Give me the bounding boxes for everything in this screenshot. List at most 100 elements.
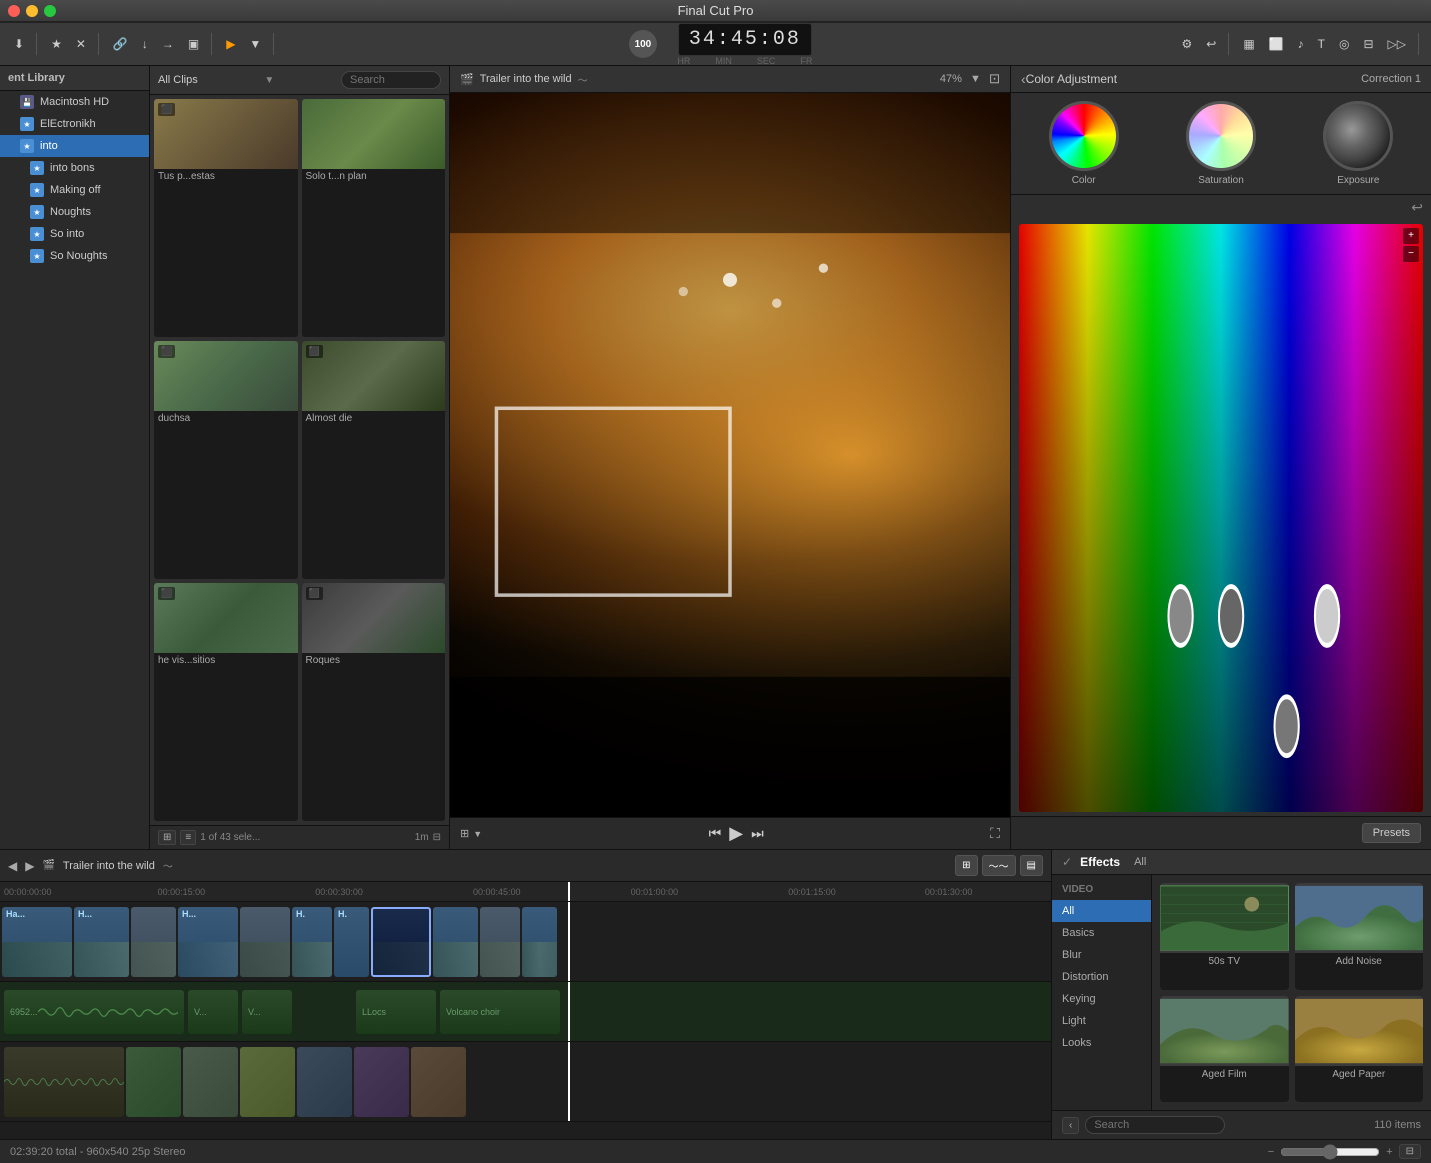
effects-cat-light[interactable]: Light (1052, 1010, 1151, 1032)
library-item-noughts[interactable]: ★ Noughts (0, 201, 149, 223)
zoom-plus[interactable]: + (1386, 1146, 1392, 1158)
effects-cat-looks[interactable]: Looks (1052, 1032, 1151, 1054)
exposure-tool[interactable]: Exposure (1290, 101, 1427, 186)
clip-height-btn[interactable]: ▤ (1020, 855, 1043, 876)
audio-clip-volcano[interactable]: Volcano choir (440, 990, 560, 1034)
library-item-so-into[interactable]: ★ So into (0, 223, 149, 245)
go-to-start-btn[interactable]: ⏮ (709, 825, 722, 842)
effects-cat-basics[interactable]: Basics (1052, 922, 1151, 944)
audio-wave-btn[interactable]: 〜〜 (982, 855, 1016, 876)
remove-handle-btn[interactable]: − (1403, 246, 1419, 262)
gen-view[interactable]: ◎ (1333, 33, 1355, 55)
favorite-button[interactable]: ★ (45, 33, 68, 55)
color-wheel-tool[interactable]: Color (1015, 101, 1152, 186)
effect-aged-film[interactable]: Aged Film (1160, 996, 1289, 1103)
select-tool[interactable]: ▶ (220, 33, 241, 55)
close-button[interactable] (8, 5, 20, 17)
effects-back-btn[interactable]: ‹ (1062, 1117, 1079, 1134)
clip-he-vis[interactable]: ⬛ he vis...sitios (154, 583, 298, 821)
video-clip-7[interactable]: H. (334, 907, 369, 977)
fullscreen-large-btn[interactable]: ⛶ (990, 825, 1000, 842)
maximize-button[interactable] (44, 5, 56, 17)
library-item-into[interactable]: ★ into (0, 135, 149, 157)
effect-50s-tv[interactable]: 50s TV (1160, 883, 1289, 990)
saturation-tool[interactable]: Saturation (1152, 101, 1289, 186)
audio-view[interactable]: ♪ (1292, 33, 1310, 55)
reject-button[interactable]: ✕ (70, 33, 92, 55)
thumb-clip-4[interactable] (297, 1047, 352, 1117)
zoom-minus[interactable]: − (1268, 1146, 1274, 1158)
thumb-clip-1[interactable] (126, 1047, 181, 1117)
effects-cat-keying[interactable]: Keying (1052, 988, 1151, 1010)
presets-button[interactable]: Presets (1362, 823, 1421, 843)
effects-cat-distortion[interactable]: Distortion (1052, 966, 1151, 988)
timeline-view[interactable]: ▦ (1237, 33, 1260, 55)
go-to-end-btn[interactable]: ⏭ (751, 825, 764, 842)
grid-view-btn[interactable]: ⊞ (158, 830, 176, 845)
effect-add-noise[interactable]: Add Noise (1295, 883, 1424, 990)
title-view[interactable]: T (1312, 33, 1331, 55)
minimize-button[interactable] (26, 5, 38, 17)
video-clip-3[interactable] (131, 907, 176, 977)
video-clip-1[interactable]: Ha... (2, 907, 72, 977)
audio-clip-6952[interactable]: 6952... (4, 990, 184, 1034)
append-button[interactable]: → (156, 33, 180, 55)
redo-button[interactable]: ↩ (1200, 33, 1222, 55)
video-clip-8[interactable] (433, 907, 478, 977)
play-btn[interactable]: ▶ (729, 823, 743, 844)
undo-button[interactable]: ↩ (1411, 199, 1423, 216)
scroll-handle[interactable]: ⊟ (433, 832, 441, 843)
library-item-making-off[interactable]: ★ Making off (0, 179, 149, 201)
audio-clip-v2[interactable]: V... (242, 990, 292, 1034)
library-item-so-noughts[interactable]: ★ So Noughts (0, 245, 149, 267)
clip-roques[interactable]: ⬛ Roques (302, 583, 446, 821)
import-button[interactable]: ⬇ (8, 33, 30, 55)
library-item-macintosh[interactable]: 💾 Macintosh HD (0, 91, 149, 113)
effects-search-input[interactable] (1085, 1116, 1225, 1134)
fit-dropdown[interactable]: ▼ (473, 829, 482, 839)
audio-clip-v1[interactable]: V... (188, 990, 238, 1034)
mixed-clip-1[interactable] (4, 1047, 124, 1117)
clip-almost-die[interactable]: ⬛ Almost die (302, 341, 446, 579)
fit-btn[interactable]: ⊞ (460, 827, 469, 840)
transform-tool[interactable]: ⚙ (1176, 33, 1199, 55)
clip-tus-p[interactable]: ⬛ Tus p...estas (154, 99, 298, 337)
theme-view[interactable]: ⊟ (1357, 33, 1379, 55)
media-search-input[interactable] (341, 71, 441, 89)
dropdown-arrow[interactable]: ▼ (264, 75, 274, 86)
in-out-btn[interactable]: ⊞ (955, 855, 977, 876)
thumb-clip-5[interactable] (354, 1047, 409, 1117)
overwrite-button[interactable]: ▣ (182, 33, 205, 55)
effect-aged-paper[interactable]: Aged Paper (1295, 996, 1424, 1103)
effects-cat-blur[interactable]: Blur (1052, 944, 1151, 966)
library-item-into-bons[interactable]: ★ into bons (0, 157, 149, 179)
list-view-btn[interactable]: ≡ (180, 830, 196, 845)
timeline-play-btn[interactable]: ▶ (25, 859, 34, 873)
library-item-electronikh[interactable]: ★ ElEctronikh (0, 113, 149, 135)
color-gradient-area[interactable]: + − (1019, 224, 1423, 812)
clip-solo-t[interactable]: Solo t...n plan (302, 99, 446, 337)
video-clip-5[interactable] (240, 907, 290, 977)
photo-view[interactable]: ⬜ (1263, 33, 1290, 55)
effects-cat-all[interactable]: All (1052, 900, 1151, 922)
select-arrow[interactable]: ▼ (243, 33, 267, 55)
transition-view[interactable]: ▷▷ (1382, 33, 1412, 55)
audio-clip-lloc[interactable]: LLocs (356, 990, 436, 1034)
thumb-clip-6[interactable] (411, 1047, 466, 1117)
video-clip-10[interactable] (522, 907, 557, 977)
video-clip-6[interactable]: H. (292, 907, 332, 977)
connect-button[interactable]: 🔗 (107, 33, 134, 55)
video-clip-9[interactable] (480, 907, 520, 977)
zoom-slider[interactable] (1280, 1144, 1380, 1160)
add-handle-btn[interactable]: + (1403, 228, 1419, 244)
zoom-options-btn[interactable]: ⊟ (1399, 1144, 1421, 1159)
fullscreen-btn[interactable]: ⊡ (989, 71, 1000, 87)
video-clip-2[interactable]: H... (74, 907, 129, 977)
insert-button[interactable]: ↓ (136, 33, 154, 55)
thumb-clip-2[interactable] (183, 1047, 238, 1117)
thumb-clip-3[interactable] (240, 1047, 295, 1117)
clip-duchsa[interactable]: ⬛ duchsa (154, 341, 298, 579)
video-clip-selected[interactable] (371, 907, 431, 977)
video-clip-4[interactable]: H... (178, 907, 238, 977)
timeline-back-btn[interactable]: ◀ (8, 859, 17, 873)
